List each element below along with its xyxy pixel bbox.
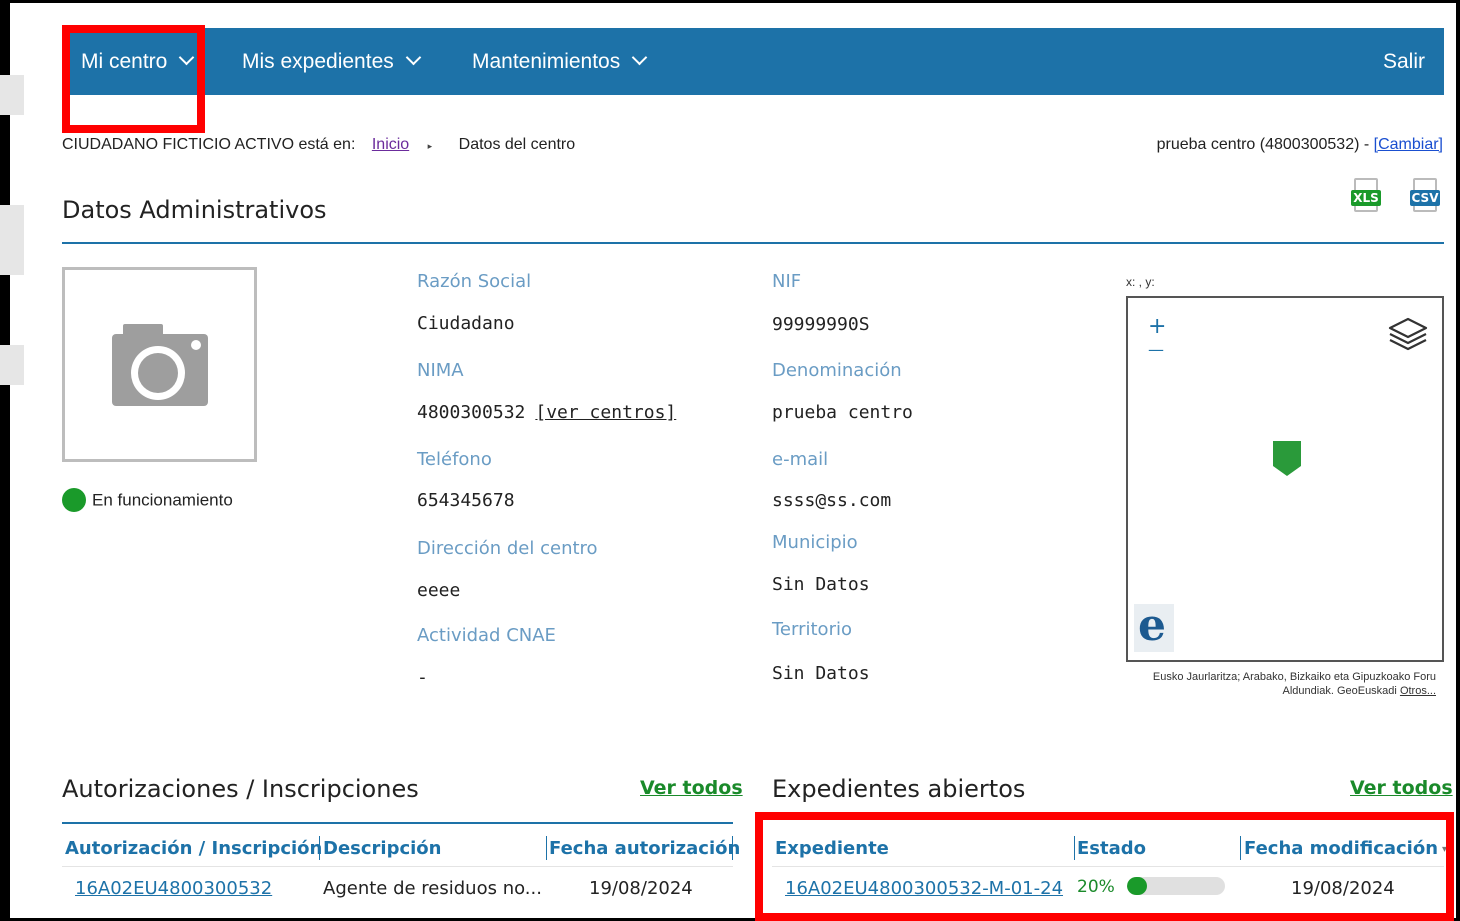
field-label-telefono: Teléfono	[417, 449, 492, 470]
change-center-link[interactable]: [Cambiar]	[1374, 136, 1443, 153]
field-value-nima: 4800300532 [ver centros]	[417, 402, 676, 423]
frame-left	[0, 0, 10, 921]
field-value-telefono: 654345678	[417, 490, 515, 511]
autorizaciones-divider	[62, 822, 733, 824]
layers-icon[interactable]	[1386, 314, 1430, 358]
field-value-email: ssss@ss.com	[772, 490, 892, 511]
frame-right	[1456, 0, 1460, 921]
datos-administrativos-title: Datos Administrativos	[62, 196, 327, 224]
map-coordinates: x: , y:	[1126, 275, 1155, 289]
center-selector: prueba centro (4800300532) - [Cambiar]	[1157, 136, 1443, 154]
map-attribution-text: Eusko Jaurlaritza; Arabako, Bizkaiko eta…	[1152, 671, 1436, 697]
header-row-divider	[62, 866, 733, 867]
breadcrumb-current: Datos del centro	[458, 136, 576, 153]
autorizaciones-ver-todos-link[interactable]: Ver todos	[640, 777, 743, 799]
field-value-denominacion: prueba centro	[772, 402, 913, 423]
background-ghost	[0, 75, 24, 115]
nav-mis-expedientes-label: Mis expedientes	[242, 50, 394, 73]
geoeuskadi-logo: e	[1134, 600, 1174, 652]
location-map[interactable]: + — e	[1126, 296, 1444, 662]
autorizaciones-title: Autorizaciones / Inscripciones	[62, 775, 419, 803]
frame-top	[0, 0, 1460, 3]
status-dot-icon	[62, 488, 86, 512]
breadcrumb-separator-icon: ▸	[427, 141, 433, 151]
xls-export-label: XLS	[1351, 190, 1381, 206]
breadcrumb-user: CIUDADANO FICTICIO ACTIVO está en:	[62, 136, 356, 153]
field-value-municipio: Sin Datos	[772, 574, 870, 595]
column-header-descripcion[interactable]: Descripción	[323, 838, 442, 859]
breadcrumb-home-link[interactable]: Inicio	[372, 136, 409, 153]
nav-mantenimientos[interactable]: Mantenimientos	[472, 28, 648, 95]
map-attribution-more-link[interactable]: Otros...	[1400, 685, 1436, 697]
autorizacion-description: Agente de residuos no...	[323, 878, 542, 899]
field-label-actividad-cnae: Actividad CNAE	[417, 625, 556, 646]
field-label-email: e-mail	[772, 449, 829, 470]
zoom-out-button[interactable]: —	[1148, 340, 1164, 359]
background-ghost	[0, 345, 24, 385]
expedientes-ver-todos-link[interactable]: Ver todos	[1350, 777, 1453, 799]
chevron-down-icon	[631, 49, 648, 66]
csv-export-label: CSV	[1410, 190, 1440, 206]
map-attribution: Eusko Jaurlaritza; Arabako, Bizkaiko eta…	[1116, 670, 1436, 698]
field-label-nif: NIF	[772, 271, 802, 292]
top-navigation: Mi centro Mis expedientes Mantenimientos…	[62, 28, 1444, 95]
nima-value: 4800300532	[417, 402, 526, 423]
background-ghost	[0, 205, 24, 275]
field-label-municipio: Municipio	[772, 532, 858, 553]
column-separator	[319, 836, 320, 860]
center-photo-placeholder[interactable]	[62, 267, 257, 462]
xls-export-button[interactable]: XLS	[1351, 178, 1383, 216]
camera-icon	[112, 324, 208, 406]
field-label-territorio: Territorio	[772, 619, 852, 640]
nav-mantenimientos-label: Mantenimientos	[472, 50, 621, 73]
csv-export-button[interactable]: CSV	[1410, 178, 1442, 216]
field-value-territorio: Sin Datos	[772, 663, 870, 684]
chevron-down-icon	[405, 49, 422, 66]
field-label-direccion: Dirección del centro	[417, 538, 598, 559]
zoom-in-button[interactable]: +	[1148, 314, 1166, 339]
status-indicator: En funcionamiento	[62, 488, 233, 513]
center-selector-text: prueba centro (4800300532) -	[1156, 136, 1374, 153]
autorizacion-date: 19/08/2024	[589, 878, 693, 899]
column-separator	[546, 836, 547, 860]
section-divider	[62, 242, 1444, 244]
field-label-nima: NIMA	[417, 360, 464, 381]
nav-mis-expedientes[interactable]: Mis expedientes	[242, 28, 422, 95]
status-label: En funcionamiento	[92, 490, 233, 510]
geoeuskadi-logo-text: e	[1138, 600, 1166, 651]
highlight-box-mi-centro	[62, 25, 205, 133]
field-value-razon-social: Ciudadano	[417, 313, 515, 334]
column-header-autorizacion[interactable]: Autorización / Inscripción	[65, 838, 322, 859]
column-separator	[732, 836, 733, 860]
field-value-actividad-cnae: -	[417, 667, 428, 688]
logout-link[interactable]: Salir	[1383, 28, 1425, 95]
expedientes-title: Expedientes abiertos	[772, 775, 1026, 803]
field-label-denominacion: Denominación	[772, 360, 902, 381]
column-header-fecha-autorizacion[interactable]: Fecha autorización	[549, 838, 740, 859]
highlight-box-expedientes	[755, 812, 1454, 921]
ver-centros-link[interactable]: [ver centros]	[535, 402, 676, 423]
autorizacion-code-link[interactable]: 16A02EU4800300532	[75, 878, 272, 899]
field-label-razon-social: Razón Social	[417, 271, 532, 292]
map-marker-icon[interactable]	[1270, 438, 1304, 478]
breadcrumb: CIUDADANO FICTICIO ACTIVO está en: Inici…	[62, 136, 575, 154]
field-value-direccion: eeee	[417, 580, 461, 601]
field-value-nif: 99999990S	[772, 314, 870, 335]
